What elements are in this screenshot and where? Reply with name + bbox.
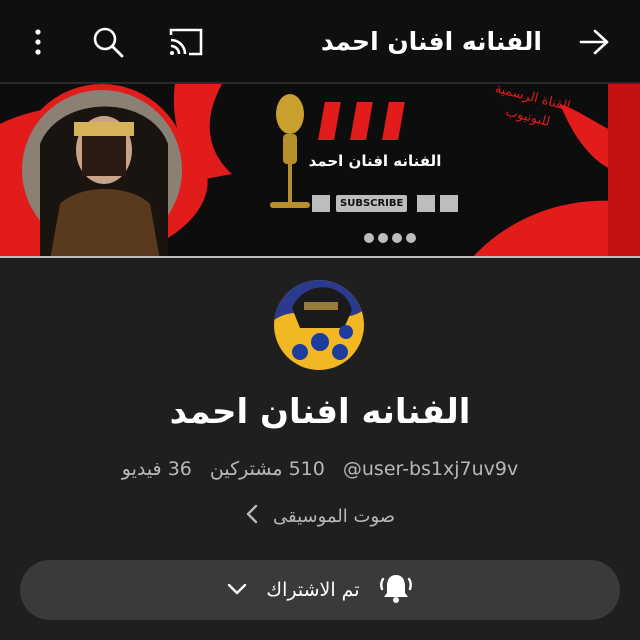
banner-subscribe-label: SUBSCRIBE [336, 195, 408, 212]
subscriber-count: 510 مشتركين [209, 458, 325, 480]
banner-channel-name: الفنانه افنان احمد [308, 152, 442, 170]
cast-icon[interactable] [166, 22, 206, 62]
chevron-left-icon [245, 503, 259, 530]
subscribed-label: تم الاشتراك [266, 579, 360, 601]
more-vertical-icon[interactable] [18, 22, 58, 62]
bell-ringing-icon [378, 570, 414, 610]
chevron-down-icon [226, 581, 248, 600]
video-count: 36 فيديو [121, 458, 192, 480]
search-icon[interactable] [88, 22, 128, 62]
arrow-right-icon[interactable] [574, 22, 614, 62]
channel-banner: الفنانه افنان احمد القناة الرسمية للبوتي… [0, 82, 640, 258]
channel-name: الفنانه افنان احمد [169, 392, 471, 432]
channel-meta: @user-bs1xj7uv9v 510 مشتركين 36 فيديو [0, 458, 640, 480]
play-marks-graphic [318, 102, 405, 140]
category-link[interactable]: صوت الموسيقى [230, 502, 410, 530]
channel-handle[interactable]: @user-bs1xj7uv9v [343, 458, 518, 480]
page-title: الفنانه افنان احمد [320, 27, 542, 56]
top-app-bar: الفنانه افنان احمد [0, 0, 640, 82]
channel-avatar[interactable] [274, 280, 364, 370]
category-label: صوت الموسيقى [272, 505, 396, 527]
subscribed-button[interactable]: تم الاشتراك [20, 560, 620, 620]
